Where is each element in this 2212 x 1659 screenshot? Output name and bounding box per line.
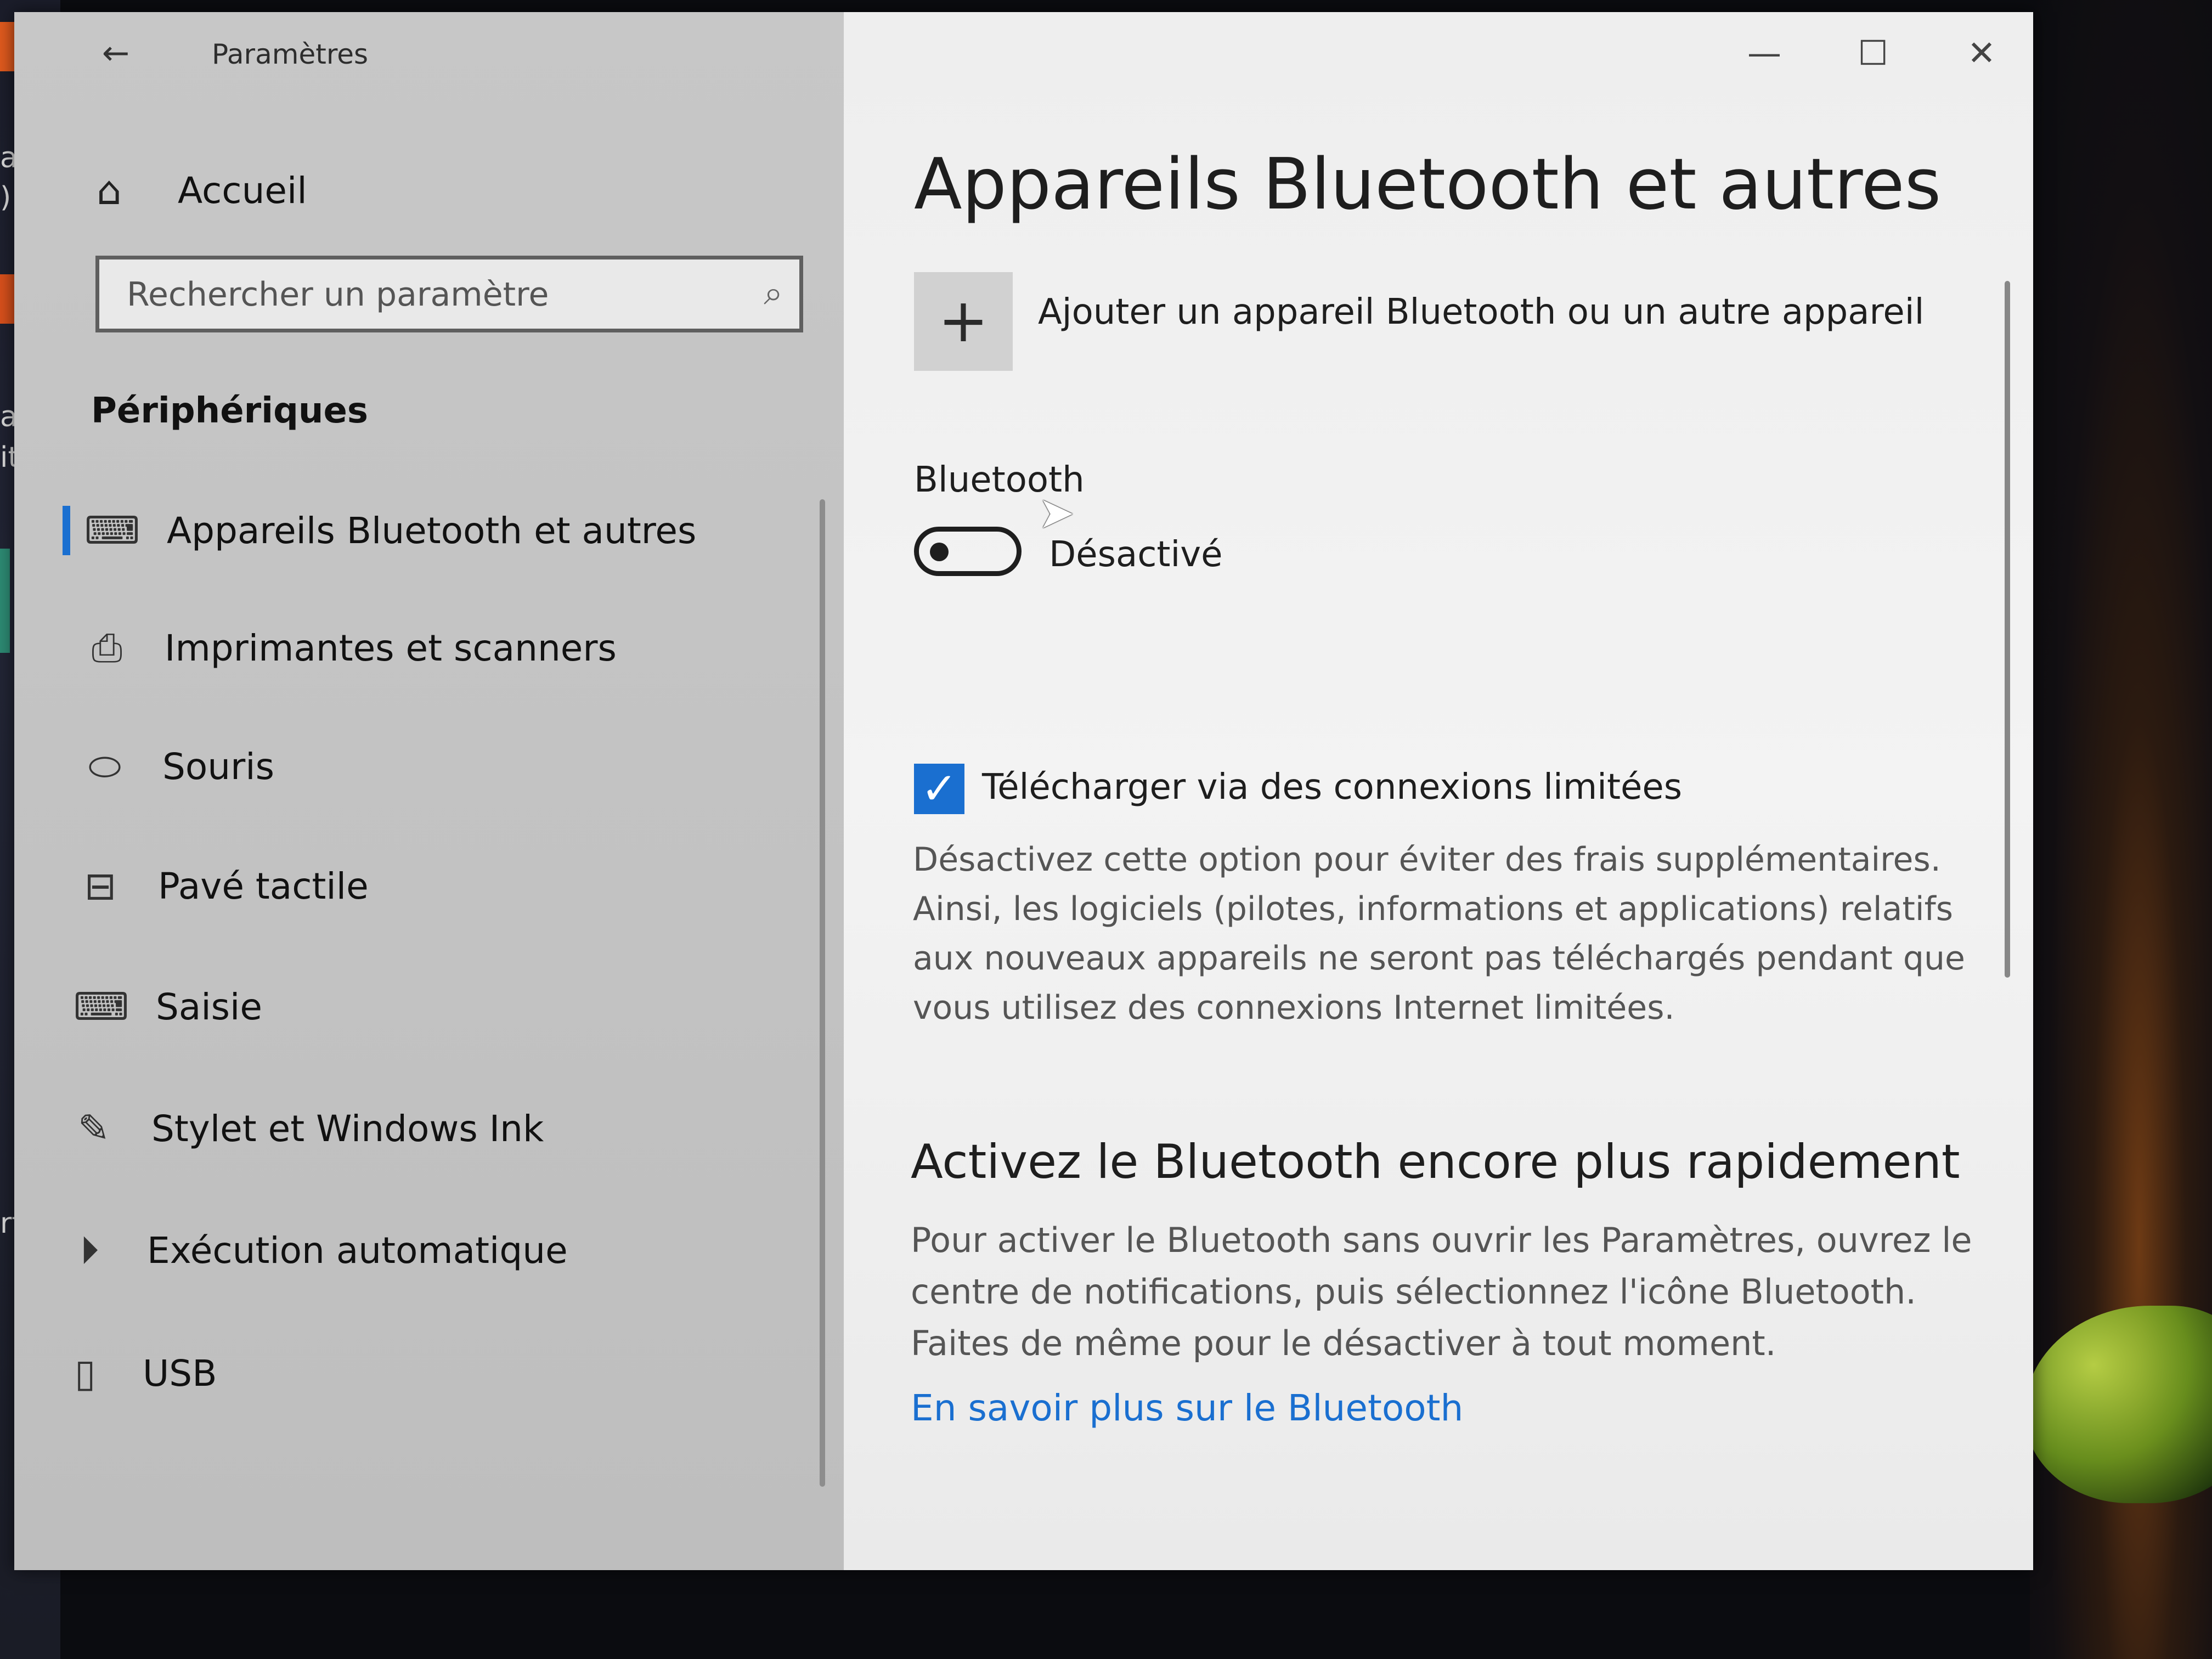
- sidebar-item-label: Pavé tactile: [158, 865, 369, 907]
- main-scrollbar[interactable]: [2005, 281, 2010, 978]
- sidebar-scrollbar[interactable]: [820, 499, 825, 1487]
- bluetooth-toggle[interactable]: [914, 527, 1022, 576]
- sidebar-item-label: Saisie: [156, 985, 263, 1028]
- plus-icon: +: [938, 285, 989, 356]
- mouse-cursor-icon: ➤: [1038, 487, 1075, 538]
- autoplay-icon: ⏵: [80, 1227, 99, 1273]
- metered-download-checkbox[interactable]: ✓: [914, 764, 964, 814]
- maximize-button[interactable]: ☐: [1835, 29, 1911, 78]
- desktop-icon-fragment: [0, 549, 10, 653]
- search-box[interactable]: ⌕: [95, 256, 803, 332]
- sidebar-item-bluetooth[interactable]: ⌨ Appareils Bluetooth et autres: [63, 495, 697, 566]
- learn-more-link[interactable]: En savoir plus sur le Bluetooth: [911, 1387, 1463, 1429]
- bluetooth-toggle-state: Désactivé: [1049, 534, 1223, 575]
- checkmark-icon: ✓: [921, 763, 958, 814]
- mouse-icon: ⬭: [88, 743, 121, 789]
- sidebar-item-label: Stylet et Windows Ink: [151, 1107, 544, 1150]
- section-title: Périphériques: [91, 391, 368, 431]
- back-button[interactable]: ←: [97, 34, 135, 72]
- sidebar-item-label: USB: [143, 1352, 217, 1395]
- home-icon: ⌂: [97, 167, 122, 213]
- metered-download-label[interactable]: Télécharger via des connexions limitées: [982, 767, 1682, 808]
- main-content: — ☐ ✕ Appareils Bluetooth et autres + Aj…: [844, 12, 2033, 1570]
- sidebar-item-label: Imprimantes et scanners: [165, 627, 617, 669]
- touchpad-icon: ⊟: [84, 864, 117, 909]
- sidebar-item-label: Appareils Bluetooth et autres: [167, 509, 697, 552]
- usb-icon: ▯: [74, 1351, 96, 1396]
- minimize-button[interactable]: —: [1726, 29, 1803, 78]
- search-icon[interactable]: ⌕: [764, 273, 783, 313]
- sidebar-item-label: Souris: [162, 745, 274, 788]
- quick-bluetooth-description: Pour activer le Bluetooth sans ouvrir le…: [911, 1220, 1972, 1363]
- keyboard-icon: ⌨: [74, 984, 129, 1029]
- bluetooth-devices-icon: ⌨: [84, 508, 140, 553]
- settings-window: ← Paramètres ⌂ Accueil ⌕ Périphériques ⌨…: [14, 12, 2033, 1570]
- sidebar-item-touchpad[interactable]: ⊟ Pavé tactile: [76, 850, 369, 922]
- page-title: Appareils Bluetooth et autres: [914, 144, 1942, 225]
- sidebar-item-usb[interactable]: ▯ USB: [60, 1338, 217, 1409]
- sidebar-item-autoplay[interactable]: ⏵ Exécution automatique: [65, 1215, 568, 1286]
- add-device-button[interactable]: +: [914, 272, 1013, 371]
- pen-icon: ✎: [77, 1106, 110, 1151]
- sidebar-item-label: Exécution automatique: [147, 1229, 568, 1272]
- sidebar-item-pen[interactable]: ✎ Stylet et Windows Ink: [69, 1093, 544, 1164]
- printer-icon: ⎙: [92, 625, 122, 670]
- search-input[interactable]: [126, 259, 720, 330]
- metered-description: Désactivez cette option pour éviter des …: [913, 840, 1965, 1027]
- sidebar-item-mouse[interactable]: ⬭ Souris: [80, 731, 274, 802]
- toggle-knob: [930, 543, 949, 561]
- home-label: Accueil: [178, 169, 307, 212]
- sidebar-item-printers[interactable]: ⎙ Imprimantes et scanners: [82, 612, 617, 684]
- active-indicator: [63, 506, 70, 555]
- window-title: Paramètres: [212, 38, 369, 70]
- desktop-label-fragment: ): [0, 181, 12, 214]
- close-button[interactable]: ✕: [1943, 29, 2020, 78]
- sidebar-item-typing[interactable]: ⌨ Saisie: [74, 971, 262, 1042]
- sidebar: ← Paramètres ⌂ Accueil ⌕ Périphériques ⌨…: [14, 12, 844, 1570]
- home-link[interactable]: ⌂ Accueil: [97, 160, 307, 221]
- add-device-label[interactable]: Ajouter un appareil Bluetooth ou un autr…: [1038, 292, 1924, 332]
- quick-bluetooth-heading: Activez le Bluetooth encore plus rapidem…: [911, 1135, 1960, 1189]
